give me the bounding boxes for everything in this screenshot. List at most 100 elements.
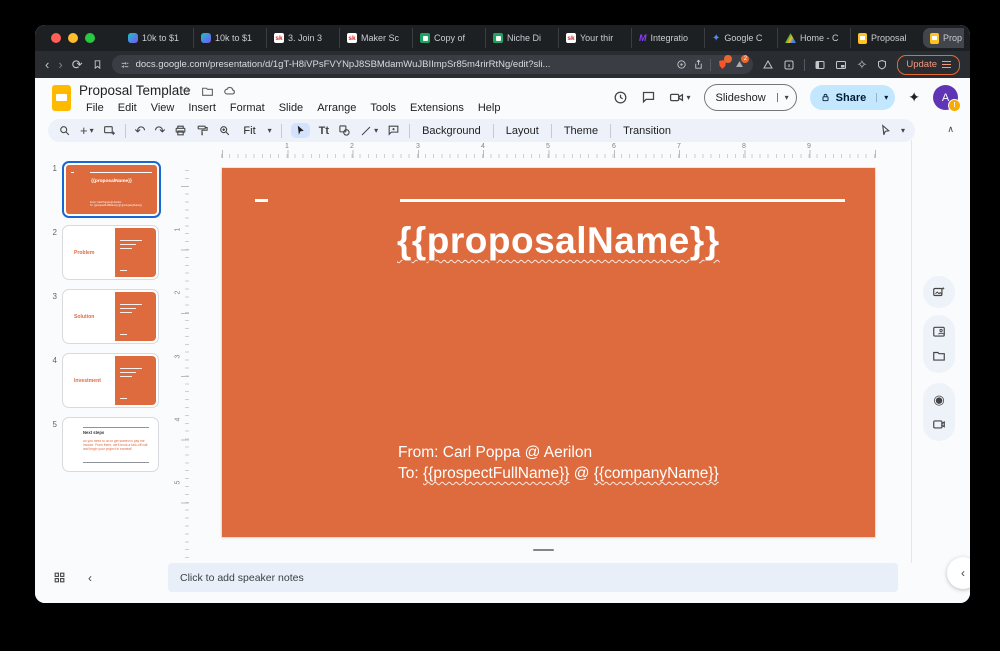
browser-tab[interactable]: MIntegratio <box>631 28 704 48</box>
menu-view[interactable]: View <box>144 102 182 114</box>
redo-icon[interactable]: ↷ <box>155 123 166 139</box>
document-title[interactable]: Proposal Template <box>79 83 191 98</box>
menu-help[interactable]: Help <box>471 102 508 114</box>
background-button[interactable]: Background <box>419 125 484 137</box>
brave-shield-icon[interactable] <box>717 59 728 70</box>
transition-button[interactable]: Transition <box>620 125 674 137</box>
browser-tab[interactable]: Proposal <box>850 28 923 48</box>
editing-mode-dropdown[interactable]: ▾ <box>901 126 905 135</box>
menu-file[interactable]: File <box>79 102 111 114</box>
version-history-icon[interactable] <box>613 90 628 105</box>
meet-button[interactable]: ▾ <box>669 90 691 105</box>
slide-line-shape[interactable] <box>400 199 845 202</box>
browser-tab[interactable]: skMaker Sc <box>339 28 412 48</box>
notes-resize-handle[interactable] <box>533 549 554 551</box>
forward-button[interactable]: › <box>58 58 62 71</box>
slide-title-text[interactable]: {{proposalName}} <box>397 220 720 262</box>
menu-slide[interactable]: Slide <box>272 102 310 114</box>
image-sparkle-icon[interactable] <box>932 285 946 299</box>
slide-fromto-text[interactable]: From: Carl Poppa @ Aerilon To: {{prospec… <box>398 442 719 484</box>
slide-thumbnail-4[interactable]: Investment <box>62 353 159 408</box>
undo-icon[interactable]: ↶ <box>135 123 146 139</box>
site-settings-icon[interactable] <box>120 60 130 70</box>
minimize-window-button[interactable] <box>68 33 78 43</box>
search-icon[interactable] <box>58 124 71 137</box>
back-button[interactable]: ‹ <box>45 58 49 71</box>
zoom-level[interactable]: Fit <box>240 125 258 137</box>
menu-extensions[interactable]: Extensions <box>403 102 471 114</box>
collapse-filmstrip-icon[interactable]: ‹ <box>88 571 92 585</box>
browser-tab[interactable]: ✦Google C <box>704 28 777 48</box>
gemini-icon: ✦ <box>712 33 720 44</box>
sheets-icon <box>420 33 430 43</box>
folder-icon[interactable] <box>932 349 946 363</box>
menu-edit[interactable]: Edit <box>111 102 144 114</box>
leo-ai-icon[interactable]: ✧ <box>856 58 867 71</box>
account-avatar[interactable]: A ! <box>933 85 958 110</box>
picture-in-picture-icon[interactable] <box>835 59 847 71</box>
zoom-window-button[interactable] <box>85 33 95 43</box>
editing-mode-icon[interactable] <box>879 124 892 137</box>
shield-icon[interactable] <box>876 59 888 71</box>
paint-format-icon[interactable] <box>196 124 209 137</box>
sidebar-icon[interactable] <box>814 59 826 71</box>
menu-format[interactable]: Format <box>223 102 272 114</box>
screen-video-icon[interactable] <box>932 418 946 432</box>
menu-tools[interactable]: Tools <box>363 102 403 114</box>
print-icon[interactable] <box>174 124 187 137</box>
zoom-icon[interactable] <box>218 124 231 137</box>
slide-thumbnail-1[interactable]: {{proposalName}} From: Carl Poppa @ Aeri… <box>62 161 161 218</box>
slide-editor[interactable]: {{proposalName}} From: Carl Poppa @ Aeri… <box>222 168 875 537</box>
browser-tab[interactable]: sk3. Join 3 <box>266 28 339 48</box>
menu-insert[interactable]: Insert <box>181 102 223 114</box>
zoom-dropdown[interactable]: ▾ <box>268 126 272 135</box>
google-slides-logo[interactable] <box>52 85 71 111</box>
close-window-button[interactable] <box>51 33 61 43</box>
share-dropdown[interactable]: ▾ <box>876 93 895 102</box>
slide-thumbnail-3[interactable]: Solution <box>62 289 159 344</box>
bookmark-icon[interactable] <box>92 59 103 70</box>
slideshow-dropdown[interactable]: ▾ <box>777 93 796 102</box>
gemini-sparkle-icon[interactable]: ✦ <box>908 89 920 106</box>
share-icon[interactable] <box>693 59 704 70</box>
insert-comment-icon[interactable] <box>387 124 400 137</box>
layout-button[interactable]: Layout <box>503 125 542 137</box>
new-slide-layout-icon[interactable] <box>103 124 116 137</box>
browser-tab[interactable]: 10k to $1 <box>121 28 193 48</box>
menu-arrange[interactable]: Arrange <box>310 102 363 114</box>
image-person-icon[interactable] <box>932 325 946 339</box>
record-icon[interactable]: ◉ <box>933 392 944 408</box>
browser-tab[interactable]: Home - C <box>777 28 850 48</box>
share-button[interactable]: Share ▾ <box>810 85 896 110</box>
comments-icon[interactable] <box>641 90 656 105</box>
textbox-tool[interactable]: Tt <box>319 125 329 137</box>
address-field[interactable]: docs.google.com/presentation/d/1gT-H8iVP… <box>112 55 754 74</box>
grid-view-icon[interactable] <box>53 571 66 584</box>
update-button[interactable]: Update <box>897 55 960 75</box>
slide-dash-shape[interactable] <box>255 199 268 202</box>
browser-tab[interactable]: Copy of <box>412 28 485 48</box>
theme-button[interactable]: Theme <box>561 125 601 137</box>
cloud-status-icon[interactable] <box>223 84 237 98</box>
reload-button[interactable]: ⟳ <box>72 58 83 71</box>
star-icon[interactable]: ☆ <box>181 84 192 98</box>
browser-tab[interactable]: skYour thir <box>558 28 631 48</box>
hide-menus-icon[interactable]: ∧ <box>947 124 954 135</box>
speaker-notes-input[interactable]: Click to add speaker notes <box>168 563 898 592</box>
slideshow-button[interactable]: Slideshow ▾ <box>704 84 797 111</box>
reader-mode-icon[interactable] <box>676 59 687 70</box>
slide-thumbnail-5[interactable]: Next steps All you need to do to get sta… <box>62 417 159 472</box>
extension-icon[interactable]: 2 <box>734 59 745 70</box>
slide-thumbnail-2[interactable]: Problem <box>62 225 159 280</box>
shape-tool[interactable] <box>338 124 351 137</box>
browser-tab[interactable]: 10k to $1 <box>193 28 266 48</box>
select-tool[interactable] <box>291 123 310 138</box>
line-tool[interactable]: ▾ <box>360 125 378 137</box>
move-folder-icon[interactable] <box>201 85 214 98</box>
new-slide-button[interactable]: +▾ <box>80 123 94 138</box>
browser-tab[interactable]: Niche Di <box>485 28 558 48</box>
reading-mode-icon[interactable]: a <box>783 59 795 71</box>
browser-tab-active[interactable]: Prop× <box>923 28 964 48</box>
slide-number: 2 <box>45 228 57 237</box>
rewards-icon[interactable] <box>762 59 774 71</box>
